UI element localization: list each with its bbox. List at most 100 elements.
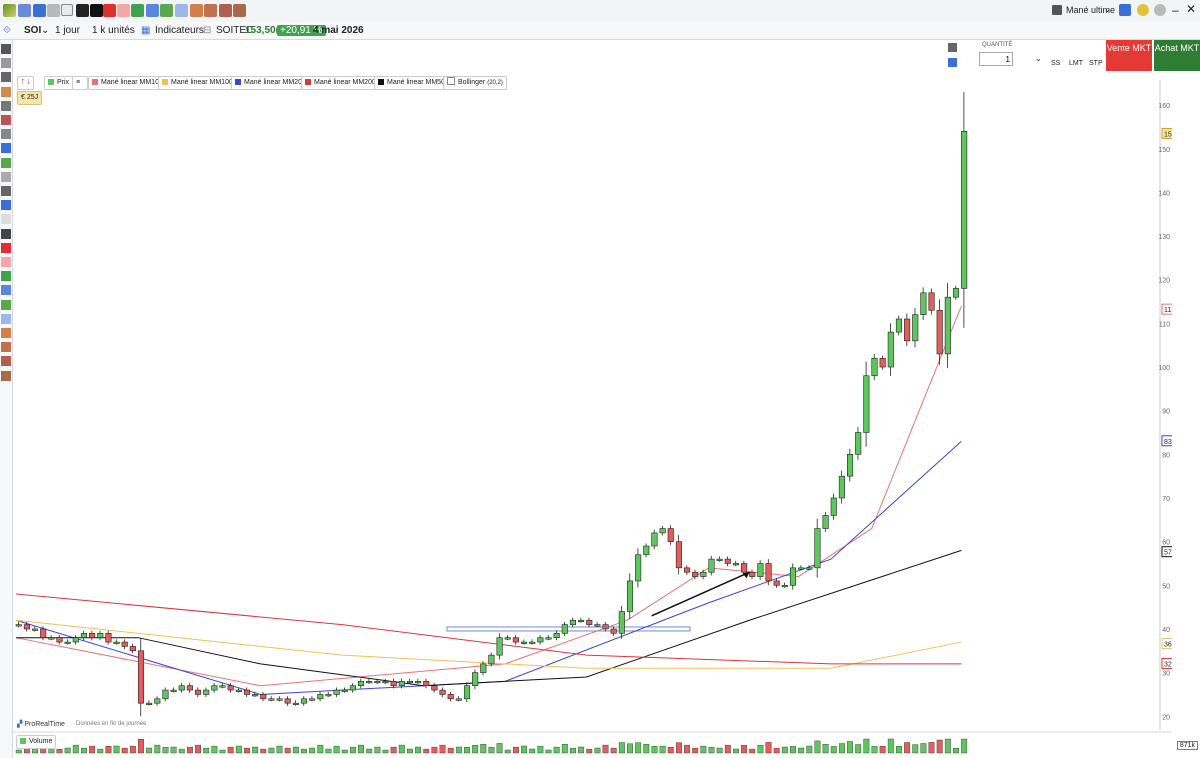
legend-mm10[interactable]: Mané linear MM10: [88, 76, 163, 90]
highlighter-icon[interactable]: [204, 4, 217, 17]
zigzag-icon[interactable]: [3, 4, 16, 17]
volume-bar: [651, 746, 658, 754]
candle-body: [675, 541, 682, 569]
units-select[interactable]: 1 k unités: [92, 25, 135, 36]
fibonacci-icon[interactable]: [146, 4, 159, 17]
diagonal-arrow-icon[interactable]: [90, 4, 103, 17]
close-icon[interactable]: ✕: [1186, 2, 1196, 16]
symbol-select[interactable]: SOI: [24, 25, 41, 36]
legend-mm200[interactable]: Mané linear MM200: [301, 76, 380, 90]
drawing-tool-icon[interactable]: [1, 58, 11, 69]
drawing-tool-icon[interactable]: [1, 328, 11, 338]
alert-icon[interactable]: [1137, 4, 1149, 16]
lock-icon[interactable]: ⊟: [203, 25, 211, 36]
chevron-down-icon[interactable]: ⌄: [1104, 5, 1111, 14]
indicators-button[interactable]: Indicateurs: [155, 25, 204, 36]
volume-bar: [423, 748, 430, 754]
price-tag-label: 57,701: [1164, 550, 1172, 557]
candle-body: [276, 698, 283, 701]
drawing-tool-icon[interactable]: [1, 356, 11, 367]
drawing-tool-icon[interactable]: [1, 271, 11, 282]
drawing-tool-icon[interactable]: [1, 157, 11, 168]
symbol-chevron-icon[interactable]: ⌄: [41, 25, 49, 36]
y-tick-label: 20: [1162, 714, 1170, 721]
text-icon[interactable]: [61, 4, 73, 16]
channel-icon[interactable]: [175, 4, 188, 17]
candle-body: [683, 567, 691, 573]
volume-bar: [276, 745, 283, 754]
lmt-button[interactable]: LMT: [1069, 60, 1083, 67]
move-icon[interactable]: [33, 4, 46, 17]
volume-bar: [594, 747, 601, 754]
minimize-icon[interactable]: –: [1172, 3, 1179, 17]
drawing-tool-icon[interactable]: [1, 285, 11, 296]
quantity-input[interactable]: [979, 52, 1013, 66]
candle-body: [349, 685, 356, 691]
save-icon[interactable]: [1052, 5, 1062, 15]
trend-arrow[interactable]: [651, 571, 750, 617]
drawing-tool-icon[interactable]: [1, 242, 11, 253]
stp-button[interactable]: STP: [1089, 60, 1103, 67]
legend-mm20[interactable]: Mané linear MM20: [231, 76, 306, 90]
support-zone[interactable]: [446, 626, 691, 632]
legend-mm50[interactable]: Mané linear MM50: [374, 76, 449, 90]
cursor-icon[interactable]: [18, 4, 31, 17]
calendar-icon[interactable]: [47, 4, 60, 17]
wrench-icon[interactable]: [948, 43, 957, 52]
drawing-tool-icon[interactable]: [1, 370, 11, 381]
buy-market-button[interactable]: Achat MKT: [1154, 40, 1200, 71]
legend-mm100[interactable]: Mané linear MM100: [158, 76, 237, 90]
drawing-tool-icon[interactable]: [1, 115, 11, 125]
price-chart[interactable]: 20 30 40 50 60 70 80 90 100 110 120 130 140 150 160 153…: [12, 40, 1172, 758]
pencil-icon[interactable]: [190, 4, 203, 17]
candle-body: [692, 571, 699, 577]
drawing-tool-icon[interactable]: [1, 86, 11, 97]
candle-body: [170, 689, 177, 692]
drawing-tool-icon[interactable]: [1, 72, 11, 83]
drawing-tool-icon[interactable]: [1, 313, 11, 324]
drawing-tool-icon[interactable]: [1, 299, 11, 310]
rectangle-icon[interactable]: [117, 4, 130, 17]
drawing-tool-icon[interactable]: [1, 214, 11, 225]
price-tag-label: 153,50: [1164, 131, 1172, 138]
drawing-tool-icon[interactable]: [1, 228, 11, 239]
indicators-icon[interactable]: ▦: [141, 25, 150, 36]
volume-legend[interactable]: Volume: [16, 735, 57, 749]
sell-market-button[interactable]: Vente MKT: [1106, 40, 1152, 71]
drawing-tool-icon[interactable]: [1, 186, 11, 196]
settings-icon[interactable]: [948, 58, 957, 67]
candle-body: [626, 580, 634, 612]
candle-body: [162, 689, 169, 700]
volume-bar: [154, 744, 161, 754]
volume-bar: [733, 748, 739, 754]
drawing-tool-icon[interactable]: [1, 44, 11, 54]
drawing-tool-icon[interactable]: [1, 171, 11, 182]
legend-list-icon[interactable]: ≡: [72, 76, 88, 90]
volume-bar: [235, 745, 242, 754]
drawing-tool-icon[interactable]: [1, 129, 11, 140]
candle-body: [219, 685, 226, 688]
sound-icon[interactable]: [1119, 4, 1131, 16]
legend-up-down[interactable]: 🡑 🡓: [17, 76, 35, 90]
up-arrow-icon[interactable]: [131, 4, 144, 17]
drawing-tool-icon[interactable]: [1, 143, 11, 154]
drawing-tool-icon[interactable]: [1, 100, 11, 111]
drawing-tool-icon[interactable]: [1, 200, 11, 211]
price-tag-label: 36,645: [1164, 642, 1172, 649]
help-icon[interactable]: [1154, 4, 1166, 16]
down-arrow-icon[interactable]: [103, 4, 116, 17]
quantity-dropdown-icon[interactable]: ⌄: [1035, 54, 1042, 63]
drawing-tool-icon[interactable]: [1, 342, 11, 353]
ss-button[interactable]: SS: [1051, 60, 1060, 67]
volume-bar: [863, 738, 870, 754]
arrow-icon[interactable]: [76, 4, 89, 17]
drawing-tool-icon[interactable]: [1, 257, 11, 267]
candle-body: [561, 624, 568, 634]
eraser-icon[interactable]: [219, 4, 232, 17]
link-icon[interactable]: ⟐: [3, 25, 11, 36]
legend-bollinger[interactable]: Bollinger (20,2): [443, 76, 507, 90]
legend-price[interactable]: Prix: [44, 76, 74, 90]
gann-icon[interactable]: [160, 4, 173, 17]
ruler-icon[interactable]: [233, 4, 246, 17]
interval-select[interactable]: 1 jour: [55, 25, 80, 36]
